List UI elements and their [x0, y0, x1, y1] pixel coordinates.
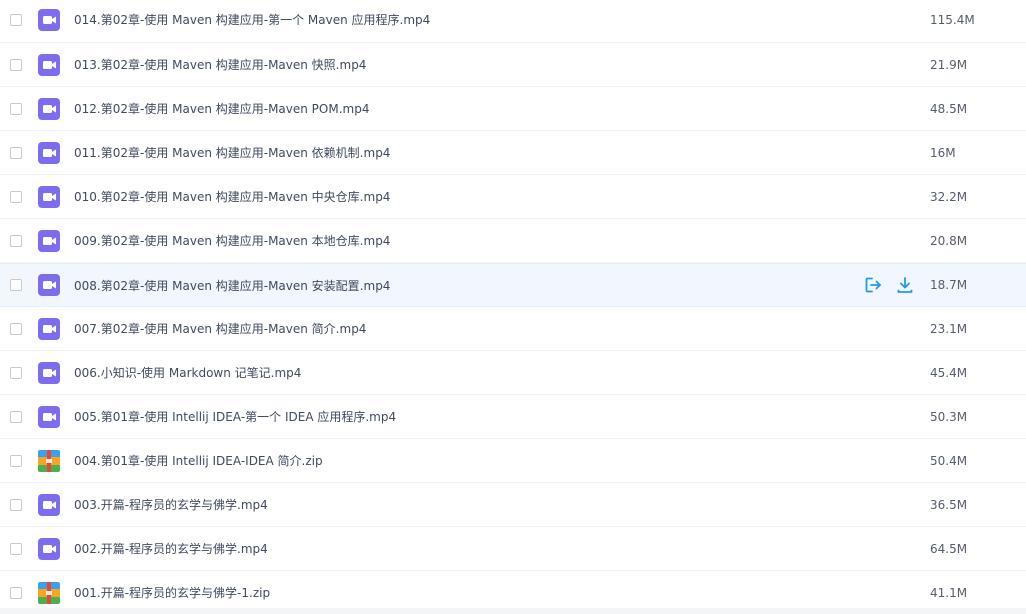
- file-checkbox[interactable]: [10, 234, 22, 247]
- file-row[interactable]: 002.开篇-程序员的玄学与佛学.mp4 64.5M: [0, 527, 1026, 571]
- file-size: 64.5M: [930, 541, 968, 556]
- share-icon[interactable]: [863, 275, 883, 295]
- zip-icon: [38, 581, 60, 604]
- download-icon[interactable]: [895, 275, 915, 295]
- file-name[interactable]: 001.开篇-程序员的玄学与佛学-1.zip: [74, 584, 270, 601]
- video-icon: [38, 274, 60, 296]
- file-checkbox[interactable]: [10, 454, 22, 467]
- file-size: 45.4M: [930, 365, 968, 380]
- file-size: 48.5M: [930, 101, 968, 116]
- file-name[interactable]: 009.第02章-使用 Maven 构建应用-Maven 本地仓库.mp4: [74, 232, 390, 249]
- file-row[interactable]: 007.第02章-使用 Maven 构建应用-Maven 简介.mp4 23.1M: [0, 307, 1026, 351]
- file-row[interactable]: 009.第02章-使用 Maven 构建应用-Maven 本地仓库.mp4 20.…: [0, 219, 1026, 263]
- file-size: 115.4M: [930, 12, 975, 27]
- file-row[interactable]: 011.第02章-使用 Maven 构建应用-Maven 依赖机制.mp4 16M: [0, 131, 1026, 175]
- file-checkbox[interactable]: [10, 58, 22, 71]
- file-row[interactable]: 004.第01章-使用 Intellij IDEA-IDEA 简介.zip 50.…: [0, 439, 1026, 483]
- list-bottom-edge: [0, 608, 1026, 614]
- file-size: 50.3M: [930, 409, 968, 424]
- file-size: 21.9M: [930, 57, 968, 72]
- file-list: 014.第02章-使用 Maven 构建应用-第一个 Maven 应用程序.mp…: [0, 0, 1026, 614]
- file-name[interactable]: 011.第02章-使用 Maven 构建应用-Maven 依赖机制.mp4: [74, 144, 390, 161]
- file-row[interactable]: 014.第02章-使用 Maven 构建应用-第一个 Maven 应用程序.mp…: [0, 0, 1026, 43]
- video-icon: [38, 97, 60, 120]
- file-name[interactable]: 002.开篇-程序员的玄学与佛学.mp4: [74, 540, 268, 557]
- file-row[interactable]: 008.第02章-使用 Maven 构建应用-Maven 安装配置.mp4 18.…: [0, 263, 1026, 307]
- file-row[interactable]: 012.第02章-使用 Maven 构建应用-Maven POM.mp4 48.5…: [0, 87, 1026, 131]
- file-size: 50.4M: [930, 453, 968, 468]
- file-checkbox[interactable]: [10, 366, 22, 379]
- file-row[interactable]: 003.开篇-程序员的玄学与佛学.mp4 36.5M: [0, 483, 1026, 527]
- file-size: 36.5M: [930, 497, 968, 512]
- file-checkbox[interactable]: [10, 322, 22, 335]
- file-name[interactable]: 003.开篇-程序员的玄学与佛学.mp4: [74, 496, 268, 513]
- file-checkbox[interactable]: [10, 542, 22, 555]
- file-size: 41.1M: [930, 585, 968, 600]
- row-actions: [863, 275, 915, 295]
- file-name[interactable]: 010.第02章-使用 Maven 构建应用-Maven 中央仓库.mp4: [74, 188, 390, 205]
- video-icon: [38, 405, 60, 428]
- zip-icon: [38, 449, 60, 472]
- file-name[interactable]: 004.第01章-使用 Intellij IDEA-IDEA 简介.zip: [74, 452, 323, 469]
- file-checkbox[interactable]: [10, 279, 22, 291]
- video-icon: [38, 317, 60, 340]
- file-size: 16M: [930, 145, 956, 160]
- file-name[interactable]: 006.小知识-使用 Markdown 记笔记.mp4: [74, 364, 301, 381]
- video-icon: [38, 8, 60, 31]
- file-size: 23.1M: [930, 321, 968, 336]
- file-row[interactable]: 010.第02章-使用 Maven 构建应用-Maven 中央仓库.mp4 32.…: [0, 175, 1026, 219]
- video-icon: [38, 361, 60, 384]
- file-name[interactable]: 007.第02章-使用 Maven 构建应用-Maven 简介.mp4: [74, 320, 366, 337]
- file-size: 32.2M: [930, 189, 968, 204]
- video-icon: [38, 53, 60, 76]
- file-checkbox[interactable]: [10, 410, 22, 423]
- video-icon: [38, 229, 60, 252]
- file-checkbox[interactable]: [10, 498, 22, 511]
- video-icon: [38, 141, 60, 164]
- file-name[interactable]: 012.第02章-使用 Maven 构建应用-Maven POM.mp4: [74, 100, 369, 117]
- file-row[interactable]: 013.第02章-使用 Maven 构建应用-Maven 快照.mp4 21.9M: [0, 43, 1026, 87]
- file-name[interactable]: 014.第02章-使用 Maven 构建应用-第一个 Maven 应用程序.mp…: [74, 11, 430, 28]
- file-checkbox[interactable]: [10, 190, 22, 203]
- file-checkbox[interactable]: [10, 102, 22, 115]
- file-checkbox[interactable]: [10, 586, 22, 599]
- file-checkbox[interactable]: [10, 146, 22, 159]
- video-icon: [38, 493, 60, 516]
- file-checkbox[interactable]: [10, 13, 22, 26]
- file-name[interactable]: 005.第01章-使用 Intellij IDEA-第一个 IDEA 应用程序.…: [74, 408, 396, 425]
- file-name[interactable]: 013.第02章-使用 Maven 构建应用-Maven 快照.mp4: [74, 56, 366, 73]
- video-icon: [38, 537, 60, 560]
- file-name[interactable]: 008.第02章-使用 Maven 构建应用-Maven 安装配置.mp4: [74, 277, 390, 294]
- file-size: 20.8M: [930, 233, 968, 248]
- file-size: 18.7M: [930, 278, 968, 292]
- file-row[interactable]: 005.第01章-使用 Intellij IDEA-第一个 IDEA 应用程序.…: [0, 395, 1026, 439]
- file-row[interactable]: 006.小知识-使用 Markdown 记笔记.mp4 45.4M: [0, 351, 1026, 395]
- video-icon: [38, 185, 60, 208]
